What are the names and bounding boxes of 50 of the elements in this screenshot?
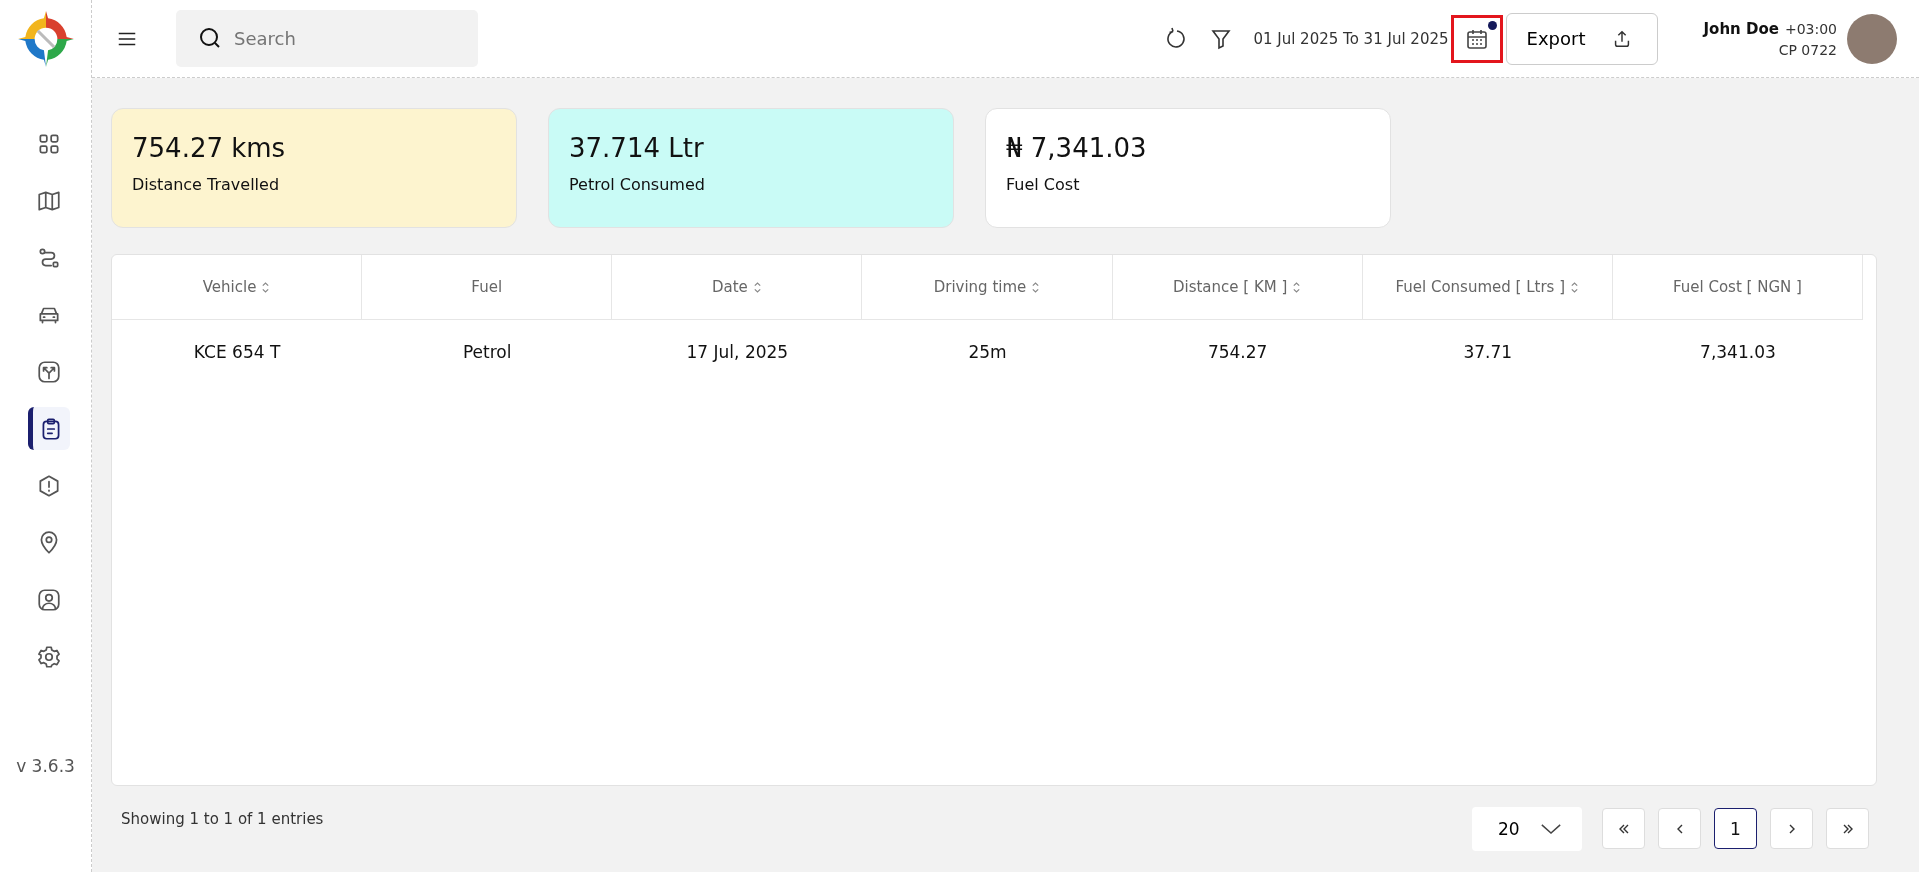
entries-summary: Showing 1 to 1 of 1 entries xyxy=(121,809,324,828)
column-header[interactable]: Fuel Consumed [ Ltrs ] xyxy=(1362,255,1613,319)
column-label: Vehicle xyxy=(202,278,257,296)
table-cell-text: 7,341.03 xyxy=(1699,341,1777,364)
avatar[interactable] xyxy=(1847,13,1897,64)
gear-icon xyxy=(35,643,62,670)
column-label: Distance [ KM ] xyxy=(1172,278,1288,296)
sort-icon xyxy=(261,280,271,294)
calendar-button[interactable] xyxy=(1450,14,1503,63)
column-label: Fuel Consumed [ Ltrs ] xyxy=(1395,278,1566,296)
search-icon xyxy=(198,26,222,50)
chevron-down-icon xyxy=(1540,822,1562,835)
stat-value: 754.27 kms xyxy=(132,133,287,163)
table-cell-text: KCE 654 T xyxy=(192,341,282,364)
table-cell-text: Petrol xyxy=(461,341,513,364)
column-header[interactable]: Vehicle xyxy=(112,255,363,319)
stat-label: Distance Travelled xyxy=(132,175,281,194)
column-header[interactable]: Distance [ KM ] xyxy=(1112,255,1363,319)
search-field[interactable]: Search xyxy=(176,10,478,67)
stat-value: ₦ 7,341.03 xyxy=(1006,133,1148,163)
table-cell-text: 17 Jul, 2025 xyxy=(685,341,790,364)
user-code: CP 0722 xyxy=(1778,41,1837,58)
stat-label: Petrol Consumed xyxy=(569,175,706,194)
table-cell-text: 37.71 xyxy=(1462,341,1514,364)
date-range[interactable]: 01 Jul 2025 To 31 Jul 2025 xyxy=(1253,29,1449,48)
stat-value: 37.714 Ltr xyxy=(569,133,705,163)
timezone-label: +03:00 xyxy=(1784,20,1837,37)
column-header[interactable]: Date xyxy=(612,255,863,319)
sort-icon xyxy=(1031,280,1041,294)
export-button[interactable]: Export xyxy=(1505,12,1658,65)
table-cell-text: 754.27 xyxy=(1206,341,1269,364)
column-label: Driving time xyxy=(933,278,1027,296)
sort-icon xyxy=(752,280,762,294)
stat-label: Fuel Cost xyxy=(1006,175,1081,194)
page-button[interactable]: 1 xyxy=(1714,808,1757,849)
table-cell-text: 25m xyxy=(967,341,1008,364)
first-page-button[interactable] xyxy=(1602,808,1645,849)
sort-icon xyxy=(1570,280,1580,294)
sort-icon xyxy=(1292,280,1302,294)
user-icon xyxy=(35,586,62,613)
column-label: Fuel Cost [ NGN ] xyxy=(1672,278,1802,296)
version-label: v 3.6.3 xyxy=(16,756,75,776)
last-page-button[interactable] xyxy=(1826,808,1869,849)
page-size-select[interactable]: 20 xyxy=(1472,806,1582,851)
sidebar-report-item[interactable] xyxy=(27,407,70,450)
fork-icon xyxy=(35,358,62,385)
column-label: Date xyxy=(711,278,748,296)
user-name: John Doe xyxy=(1703,19,1779,38)
column-label: Fuel xyxy=(471,278,503,296)
column-header[interactable]: Driving time xyxy=(862,255,1113,319)
